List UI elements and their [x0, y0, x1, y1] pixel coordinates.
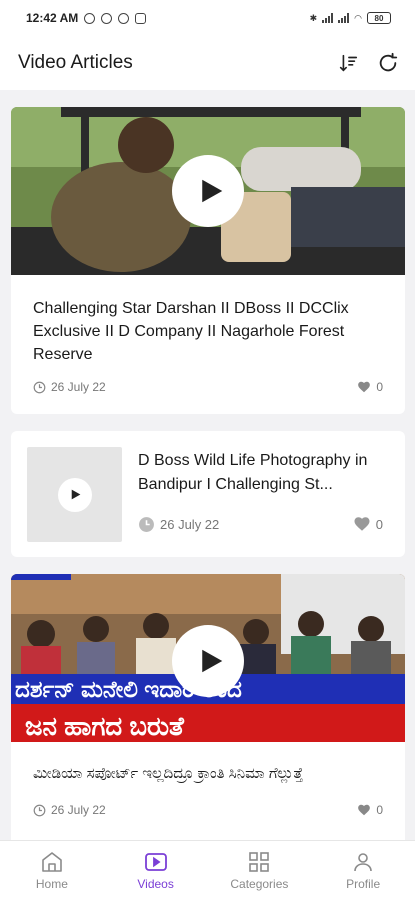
play-button[interactable]: [172, 625, 244, 698]
app-header: Video Articles: [0, 36, 415, 90]
sort-icon[interactable]: [337, 52, 359, 74]
article-thumbnail[interactable]: [11, 107, 405, 275]
nav-home[interactable]: Home: [0, 841, 104, 900]
heart-icon: [358, 381, 371, 393]
nav-categories-label: Categories: [230, 877, 289, 891]
heart-icon: [358, 804, 371, 816]
like-count: 0: [376, 380, 383, 394]
battery-level: 80: [374, 13, 384, 23]
play-icon: [201, 650, 222, 673]
nav-videos-label: Videos: [137, 877, 174, 891]
alarm-icon: [84, 12, 96, 24]
article-card[interactable]: D Boss Wild Life Photography in Bandipur…: [11, 431, 405, 557]
article-card[interactable]: Challenging Star Darshan II DBoss II DCC…: [11, 107, 405, 414]
signal-icon: [322, 13, 334, 23]
home-icon: [42, 852, 62, 872]
like-button[interactable]: 0: [357, 803, 383, 817]
like-count: 0: [375, 516, 383, 532]
status-time: 12:42 AM: [26, 11, 79, 25]
article-date-text: 26 July 22: [51, 380, 106, 394]
article-date: 26 July 22: [33, 803, 106, 817]
play-icon: [71, 489, 81, 500]
nav-profile-label: Profile: [346, 877, 381, 891]
instagram-icon: [135, 12, 147, 24]
signal-icon: [338, 13, 350, 23]
play-icon: [201, 179, 222, 203]
battery-icon: 80: [367, 12, 391, 24]
grid-icon: [249, 852, 270, 872]
nav-profile[interactable]: Profile: [311, 841, 415, 900]
refresh-icon[interactable]: [377, 52, 399, 74]
clock-icon: [139, 516, 154, 532]
article-title[interactable]: ಮೀಡಿಯಾ ಸಪೋರ್ಟ್ ಇಲ್ಲದಿದ್ರೂ ಕ್ರಾಂತಿ ಸಿನಿಮಾ…: [11, 762, 405, 785]
article-date: 26 July 22: [33, 380, 106, 394]
article-date-text: 26 July 22: [160, 516, 220, 532]
article-thumbnail[interactable]: ದರ್ಶನ್ ಮನೇಲಿ ಇದಾರೆ ಅಂದ ಜನ ಹಾಗದ ಬರುತೆ: [11, 574, 405, 742]
article-date: 26 July 22: [138, 516, 219, 533]
video-banner-bottom: ಜನ ಹಾಗದ ಬರುತೆ: [11, 704, 405, 742]
clock-icon: [33, 381, 46, 393]
bottom-navigation: Home Videos Categories Profile: [0, 840, 415, 900]
headset-icon: [101, 12, 113, 24]
page-title: Video Articles: [18, 52, 133, 73]
article-title[interactable]: Challenging Star Darshan II DBoss II DCC…: [11, 297, 405, 366]
fan-icon: [118, 12, 130, 24]
wifi-icon: ◠: [354, 12, 362, 23]
article-thumbnail[interactable]: [27, 447, 122, 542]
article-date-text: 26 July 22: [51, 803, 106, 817]
person-icon: [354, 853, 372, 872]
article-card[interactable]: ದರ್ಶನ್ ಮನೇಲಿ ಇದಾರೆ ಅಂದ ಜನ ಹಾಗದ ಬರುತೆ ಮೀಡ…: [11, 574, 405, 840]
like-count: 0: [376, 803, 383, 817]
nav-categories[interactable]: Categories: [208, 841, 312, 900]
play-button[interactable]: [57, 477, 92, 512]
article-title[interactable]: D Boss Wild Life Photography in Bandipur…: [138, 449, 378, 497]
play-button[interactable]: [172, 155, 244, 227]
like-button[interactable]: 0: [357, 380, 383, 394]
clock-icon: [33, 804, 46, 816]
like-button[interactable]: 0: [353, 515, 383, 533]
heart-icon: [354, 517, 370, 531]
nav-videos[interactable]: Videos: [104, 841, 208, 900]
status-bar: 12:42 AM ✱ ◠ 80: [0, 0, 415, 36]
video-icon: [144, 853, 167, 871]
bluetooth-icon: ✱: [309, 12, 318, 23]
video-feed[interactable]: Challenging Star Darshan II DBoss II DCC…: [0, 90, 415, 840]
nav-home-label: Home: [35, 877, 68, 891]
